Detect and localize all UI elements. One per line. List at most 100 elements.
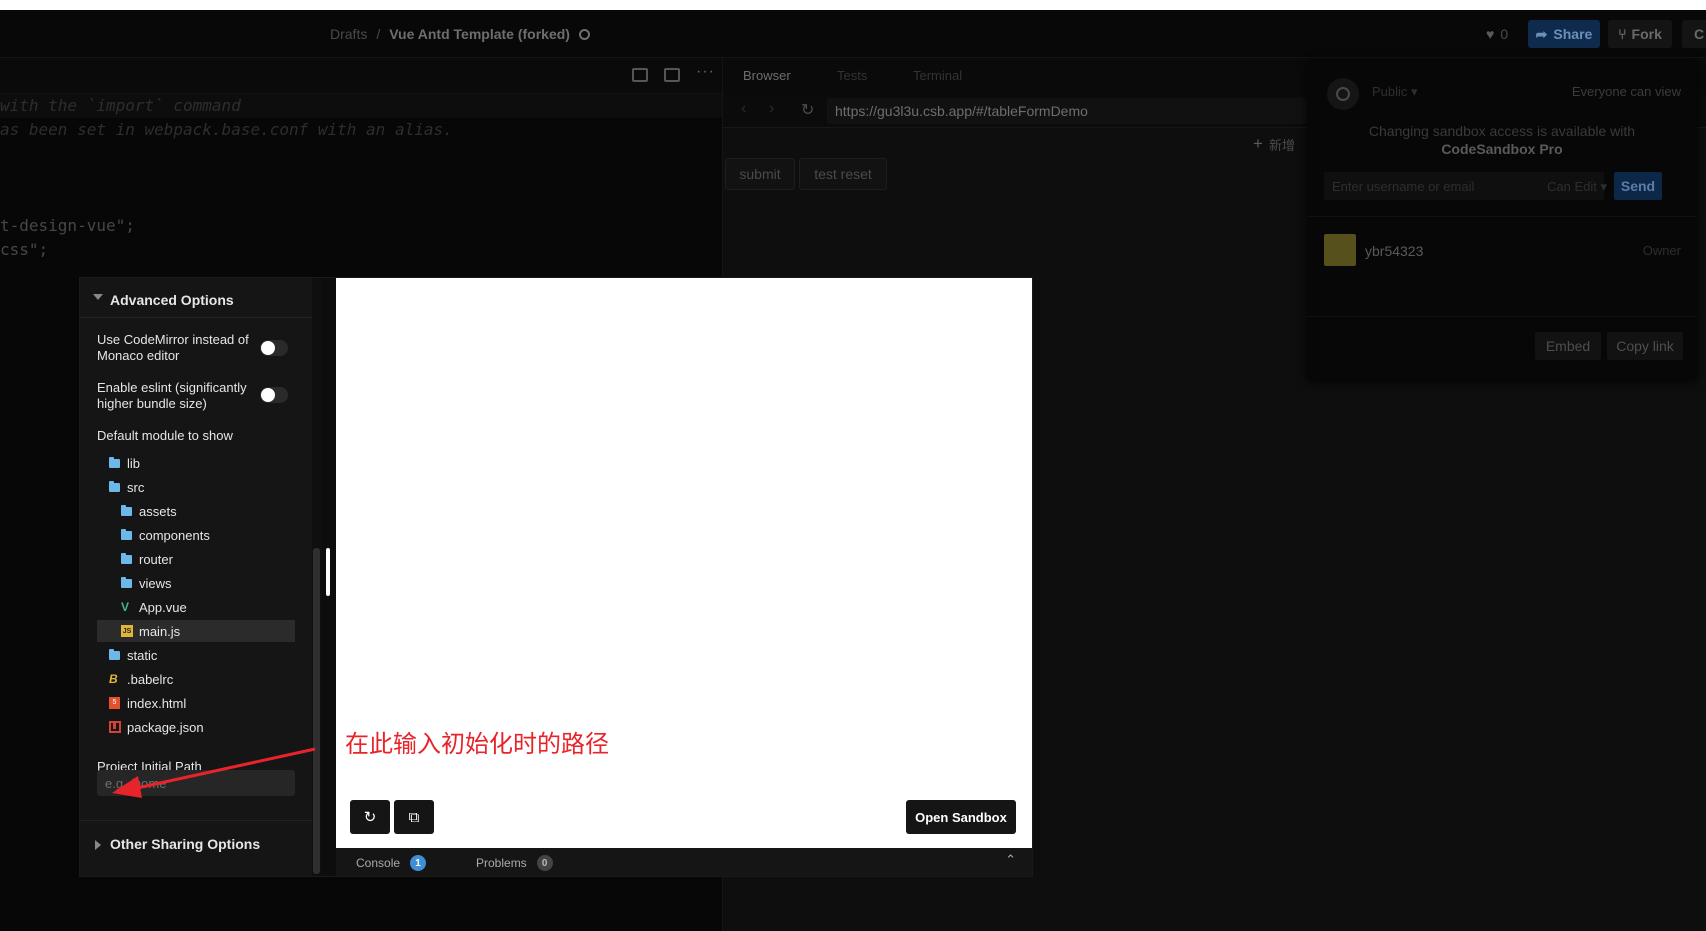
tab-terminal[interactable]: Terminal bbox=[913, 68, 962, 83]
advanced-options-header[interactable]: Advanced Options bbox=[80, 278, 312, 318]
default-module-label: Default module to show bbox=[97, 428, 233, 443]
divider bbox=[1307, 316, 1697, 317]
code-line: with the `import` command bbox=[0, 96, 241, 115]
chevron-right-icon bbox=[95, 840, 101, 850]
add-new-button[interactable]: + 新增 bbox=[1253, 134, 1295, 154]
tree-item-assets[interactable]: assets bbox=[97, 500, 295, 522]
tree-item-app-vue[interactable]: V App.vue bbox=[97, 596, 295, 618]
tree-item-main-js[interactable]: JS main.js bbox=[97, 620, 295, 642]
tab-browser[interactable]: Browser bbox=[743, 68, 791, 83]
folder-icon bbox=[121, 552, 132, 564]
create-button-cut[interactable]: C bbox=[1682, 20, 1706, 48]
breadcrumb-separator: / bbox=[376, 26, 381, 42]
permission-dropdown[interactable]: Can Edit ▾ bbox=[1547, 179, 1607, 195]
html-file-icon: 5 bbox=[109, 697, 120, 709]
reload-icon[interactable]: ↻ bbox=[801, 100, 814, 120]
eslint-toggle[interactable] bbox=[260, 387, 288, 403]
tree-item-components[interactable]: components bbox=[97, 524, 295, 546]
visibility-dropdown[interactable]: Public ▾ bbox=[1372, 84, 1418, 100]
codemirror-option-label: Use CodeMirror instead of Monaco editor bbox=[97, 332, 249, 363]
globe-icon bbox=[578, 28, 590, 40]
tree-item-views[interactable]: views bbox=[97, 572, 295, 594]
open-new-window-button[interactable]: ⧉ bbox=[394, 800, 434, 834]
sidebar-scrollbar-thumb[interactable] bbox=[313, 548, 320, 874]
tree-item-package-json[interactable]: package.json bbox=[97, 716, 295, 738]
plus-icon: + bbox=[1253, 134, 1263, 153]
folder-icon bbox=[109, 456, 120, 468]
sandbox-title[interactable]: Vue Antd Template (forked) bbox=[389, 26, 570, 42]
tree-item-src[interactable]: src bbox=[97, 476, 295, 498]
tree-item-label: .babelrc bbox=[127, 671, 174, 687]
fork-icon: ⑂ bbox=[1618, 26, 1627, 42]
open-sandbox-button[interactable]: Open Sandbox bbox=[906, 800, 1016, 834]
breadcrumb-drafts[interactable]: Drafts bbox=[330, 26, 367, 42]
share-popover: Public ▾ Everyone can view Changing sand… bbox=[1307, 60, 1697, 380]
divider bbox=[80, 820, 312, 821]
submit-button[interactable]: submit bbox=[725, 158, 795, 190]
embed-modal: Advanced Options Use CodeMirror instead … bbox=[80, 278, 1032, 876]
back-arrow-icon[interactable]: ‹ bbox=[741, 100, 746, 118]
js-file-icon: JS bbox=[121, 625, 133, 637]
forward-arrow-icon[interactable]: › bbox=[769, 100, 774, 118]
tree-item-label: App.vue bbox=[139, 599, 187, 615]
codesandbox-window: Drafts / Vue Antd Template (forked) ♥ 0 … bbox=[0, 0, 1706, 931]
embed-preview: ↻ ⧉ Open Sandbox bbox=[336, 278, 1032, 848]
folder-icon bbox=[121, 528, 132, 540]
codemirror-toggle[interactable] bbox=[260, 340, 288, 356]
code-line: t-design-vue"; bbox=[0, 216, 135, 235]
embed-button[interactable]: Embed bbox=[1535, 332, 1601, 360]
chevron-down-icon bbox=[93, 294, 103, 300]
resize-handle[interactable] bbox=[326, 548, 330, 596]
folder-icon bbox=[121, 576, 132, 588]
pro-message-text: Changing sandbox access is available wit… bbox=[1368, 123, 1636, 139]
external-link-icon: ⧉ bbox=[408, 808, 420, 826]
console-count-badge: 1 bbox=[410, 855, 427, 871]
copy-link-button[interactable]: Copy link bbox=[1607, 332, 1683, 360]
tree-item-label: router bbox=[139, 551, 173, 567]
console-label: Console bbox=[356, 856, 401, 870]
other-sharing-options[interactable]: Other Sharing Options bbox=[80, 798, 312, 876]
console-tab[interactable]: Console 1 bbox=[356, 855, 427, 871]
globe-icon bbox=[1327, 78, 1359, 110]
pro-link[interactable]: CodeSandbox Pro bbox=[1441, 141, 1562, 157]
editor-toolbar: ··· bbox=[0, 58, 722, 94]
initial-path-input[interactable] bbox=[97, 770, 295, 796]
tree-item-label: package.json bbox=[127, 719, 204, 735]
like-counter[interactable]: ♥ 0 bbox=[1486, 26, 1508, 42]
preview-layout-icon[interactable] bbox=[664, 68, 680, 82]
fork-button-label: Fork bbox=[1631, 26, 1662, 42]
tree-item-index-html[interactable]: 5 index.html bbox=[97, 692, 295, 714]
test-reset-button[interactable]: test reset bbox=[799, 158, 887, 190]
fork-button[interactable]: ⑂ Fork bbox=[1608, 20, 1672, 48]
tree-item-router[interactable]: router bbox=[97, 548, 295, 570]
visibility-description: Everyone can view bbox=[1571, 84, 1681, 99]
npm-icon bbox=[109, 721, 121, 733]
breadcrumb: Drafts / Vue Antd Template (forked) bbox=[330, 26, 590, 42]
pro-message: Changing sandbox access is available wit… bbox=[1323, 122, 1681, 158]
refresh-button[interactable]: ↻ bbox=[350, 800, 390, 834]
more-options-icon[interactable]: ··· bbox=[696, 63, 714, 80]
visibility-label: Public bbox=[1372, 84, 1408, 99]
header-bar: Drafts / Vue Antd Template (forked) ♥ 0 … bbox=[0, 10, 1706, 58]
tree-item-lib[interactable]: lib bbox=[97, 452, 295, 474]
share-button[interactable]: ➦ Share bbox=[1528, 20, 1600, 48]
split-view-icon[interactable] bbox=[632, 68, 648, 82]
problems-tab[interactable]: Problems 0 bbox=[476, 855, 553, 871]
tree-item-label: index.html bbox=[127, 695, 187, 711]
folder-icon bbox=[121, 504, 132, 516]
share-button-label: Share bbox=[1553, 26, 1593, 42]
tree-item-babelrc[interactable]: B .babelrc bbox=[97, 668, 295, 690]
tree-item-static[interactable]: static bbox=[97, 644, 295, 666]
user-name: ybr54323 bbox=[1365, 243, 1424, 259]
chevron-up-icon[interactable]: ⌃ bbox=[1005, 852, 1016, 868]
folder-icon bbox=[109, 480, 120, 492]
send-button[interactable]: Send bbox=[1614, 172, 1662, 200]
tree-item-label: views bbox=[139, 575, 172, 591]
embed-options-sidebar: Advanced Options Use CodeMirror instead … bbox=[80, 278, 322, 876]
vue-icon: V bbox=[121, 600, 130, 614]
refresh-icon: ↻ bbox=[363, 809, 377, 826]
console-bar: Console 1 Problems 0 ⌃ bbox=[336, 848, 1032, 876]
other-sharing-options-title: Other Sharing Options bbox=[110, 836, 261, 852]
tree-item-label: assets bbox=[139, 503, 177, 519]
tab-tests[interactable]: Tests bbox=[837, 68, 867, 83]
